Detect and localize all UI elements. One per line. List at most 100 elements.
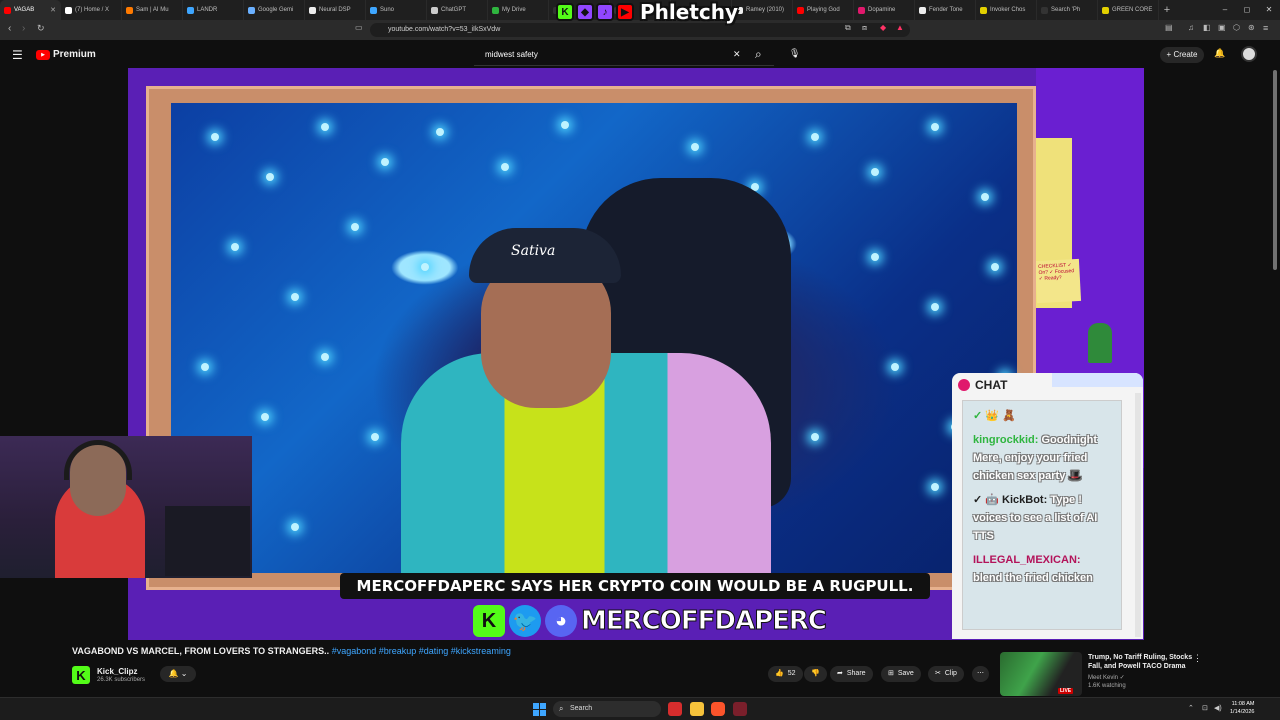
- recommendation-channel[interactable]: Meet Kevin ✓: [1088, 674, 1125, 681]
- platform-badge-icon: ♪: [596, 3, 614, 21]
- kick-icon: K: [473, 605, 505, 637]
- browser-tab[interactable]: Dopamine: [854, 0, 915, 20]
- forward-icon[interactable]: ›: [22, 23, 25, 34]
- tray-chevron-icon[interactable]: ⌃: [1188, 704, 1194, 712]
- tab-favicon-icon: [1102, 6, 1109, 14]
- clip-button[interactable]: ✂ Clip: [928, 666, 964, 682]
- vpn-icon[interactable]: ⊛: [1248, 23, 1255, 32]
- dislike-icon: 👎: [811, 670, 820, 677]
- streamer-brand-overlay: K ◆ ♪ ▶ Phletchy: [556, 0, 738, 24]
- browser-tab[interactable]: Neural DSP: [305, 0, 366, 20]
- browser-tab[interactable]: Ramey (2010): [732, 0, 793, 20]
- browser-tab[interactable]: Invoker Chos: [976, 0, 1037, 20]
- url-field[interactable]: youtube.com/watch?v=53_iIkSxVdw: [370, 23, 910, 37]
- sidebar-icon[interactable]: ▤: [1165, 23, 1173, 32]
- fairy-light: [321, 123, 329, 131]
- streamer-handle: MERCOFFDAPERC: [581, 606, 828, 637]
- browser-tab[interactable]: Search 'Ph: [1037, 0, 1098, 20]
- video-player[interactable]: CHECKLIST ✓ On? ✓ Focused ✓ Ready? Sativ…: [128, 68, 1144, 640]
- browser-tab[interactable]: Google Gemi: [244, 0, 305, 20]
- taskbar-app-icon-2[interactable]: [733, 702, 747, 716]
- maximize-icon[interactable]: ◻: [1236, 0, 1258, 20]
- recommendation-viewers: 1.6K watching: [1088, 683, 1126, 689]
- share-button[interactable]: ➦ Share: [830, 666, 873, 682]
- browser-tab[interactable]: (7) Home / X: [61, 0, 122, 20]
- more-icon: ⋯: [977, 670, 984, 677]
- brave-browser-icon[interactable]: [711, 702, 725, 716]
- browser-tab[interactable]: VAGAB ✕: [0, 0, 61, 20]
- tab-favicon-icon: [919, 6, 926, 14]
- chat-message: ✓ 👑 🧸: [973, 407, 1111, 425]
- file-explorer-icon[interactable]: [690, 702, 704, 716]
- search-icon[interactable]: ⌕: [755, 47, 762, 62]
- channel-name[interactable]: Kick_Clipz: [97, 667, 137, 676]
- tab-label: Ramey (2010): [746, 7, 785, 13]
- browser-tab[interactable]: Suno: [366, 0, 427, 20]
- media-icon[interactable]: ♫: [1188, 23, 1194, 32]
- notifications-icon[interactable]: 🔔: [1214, 48, 1225, 59]
- new-tab-button[interactable]: +: [1159, 4, 1175, 16]
- browser-tab[interactable]: Sam | AI Mu: [122, 0, 183, 20]
- close-tab-icon[interactable]: ✕: [50, 6, 56, 14]
- stream-frame: Sativa: [146, 86, 1036, 590]
- account-avatar[interactable]: [1241, 46, 1257, 62]
- browser-tab[interactable]: GREEN CORE: [1098, 0, 1159, 20]
- microphone-icon[interactable]: 🎙: [789, 48, 800, 59]
- taskbar-search[interactable]: ⌕ Search: [553, 701, 661, 717]
- browser-tab[interactable]: Playing God: [793, 0, 854, 20]
- chat-header: CHAT: [958, 377, 1007, 393]
- system-clock[interactable]: 11:08 AM 1/14/2026: [1230, 700, 1254, 716]
- subscription-bell-button[interactable]: 🔔 ⌄: [160, 666, 196, 682]
- windows-start-icon[interactable]: [533, 703, 546, 716]
- tab-favicon-icon: [248, 6, 255, 14]
- like-button[interactable]: 👍 52: [768, 666, 803, 682]
- shield-icon[interactable]: ⬡: [1233, 23, 1240, 32]
- audio-gear: [165, 506, 250, 576]
- fairy-light: [981, 193, 989, 201]
- dislike-button[interactable]: 👎: [804, 666, 827, 682]
- headset-icon: [64, 440, 132, 480]
- browser-tab[interactable]: Fender Tone: [915, 0, 976, 20]
- install-app-icon[interactable]: ⧉: [845, 23, 851, 33]
- clear-search-icon[interactable]: ✕: [733, 49, 741, 60]
- tray-network-icon[interactable]: ⊡: [1202, 704, 1208, 712]
- fairy-light: [811, 133, 819, 141]
- like-count: 52: [787, 670, 796, 677]
- bookmark-icon[interactable]: ▭: [355, 23, 363, 32]
- hamburger-menu-icon[interactable]: ☰: [12, 48, 23, 62]
- video-hashtags[interactable]: #vagabond #breakup #dating #kickstreamin…: [332, 646, 511, 656]
- recommendation-thumbnail[interactable]: LIVE: [1000, 652, 1082, 696]
- reload-icon[interactable]: ↻: [37, 23, 45, 34]
- tab-label: Google Gemi: [258, 7, 294, 13]
- youtube-logo[interactable]: ▶ Premium: [36, 49, 96, 60]
- create-button[interactable]: + Create: [1160, 47, 1204, 63]
- taskbar-app-icon[interactable]: [668, 702, 682, 716]
- browser-tab[interactable]: ChatGPT: [427, 0, 488, 20]
- fairy-light: [931, 483, 939, 491]
- more-actions-button[interactable]: ⋯: [972, 666, 989, 682]
- platform-badge-icon: K: [556, 3, 574, 21]
- minimize-icon[interactable]: –: [1214, 0, 1236, 20]
- close-window-icon[interactable]: ✕: [1258, 0, 1280, 20]
- tray-volume-icon[interactable]: ◀): [1214, 704, 1222, 712]
- fairy-light: [991, 263, 999, 271]
- browser-tab[interactable]: My Drive: [488, 0, 549, 20]
- extension-icon[interactable]: ⧈: [862, 23, 867, 33]
- search-input[interactable]: midwest safety: [474, 44, 774, 66]
- recommendation-menu-icon[interactable]: ⋮: [1193, 653, 1202, 664]
- brave-rewards-icon[interactable]: ▲: [896, 23, 904, 32]
- channel-avatar[interactable]: K: [72, 666, 90, 684]
- panel-icon[interactable]: ◧: [1203, 23, 1211, 32]
- checklist-note: CHECKLIST ✓ On? ✓ Focused ✓ Ready?: [1034, 258, 1082, 304]
- browser-tab[interactable]: LANDR: [183, 0, 244, 20]
- brave-shield-icon[interactable]: ◆: [880, 23, 886, 32]
- back-icon[interactable]: ‹: [8, 23, 11, 34]
- page-scrollbar[interactable]: [1273, 70, 1277, 270]
- menu-icon[interactable]: ≡: [1263, 23, 1268, 33]
- wallet-icon[interactable]: ▣: [1218, 23, 1226, 32]
- fairy-light: [931, 123, 939, 131]
- taskbar-search-label: Search: [570, 705, 593, 712]
- save-button[interactable]: ⊞ Save: [881, 666, 921, 682]
- video-title: VAGABOND VS MARCEL, FROM LOVERS TO STRAN…: [72, 646, 511, 656]
- recommendation-title[interactable]: Trump, No Tariff Ruling, Stocks Fall, an…: [1088, 653, 1198, 671]
